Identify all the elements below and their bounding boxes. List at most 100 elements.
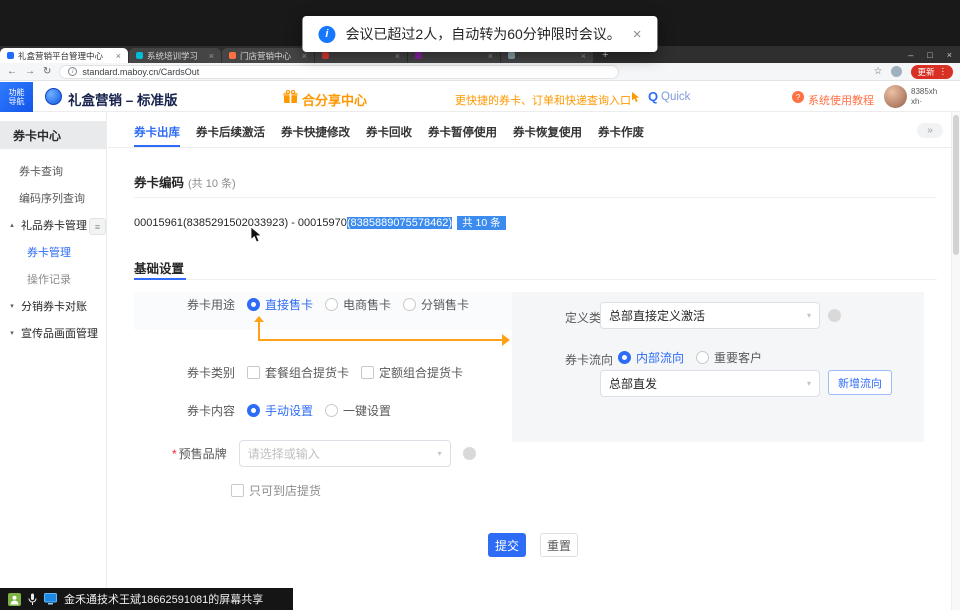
radio-direct-sale[interactable]: 直接售卡 (247, 296, 313, 313)
radio-ecommerce-sale[interactable]: 电商售卡 (325, 296, 391, 313)
sidebar-item-code-sequence-query[interactable]: 编码序列查询 (0, 184, 106, 211)
chevron-down-icon: ▾ (438, 449, 442, 458)
caret-down-icon: ▾ (7, 302, 17, 310)
back-icon[interactable]: ← (7, 66, 17, 77)
checkbox-icon (231, 484, 244, 497)
tab-card-restore[interactable]: 券卡恢复使用 (513, 118, 582, 147)
sidebar-item-operation-log[interactable]: 操作记录 (0, 265, 106, 292)
tab-card-followup-activation[interactable]: 券卡后续激活 (196, 118, 265, 147)
tab-label: 礼盒营销平台管理中心 (18, 50, 112, 62)
page-scrollbar[interactable] (951, 112, 960, 610)
function-nav-button[interactable]: 功能 导航 (0, 82, 33, 112)
option-label: 定额组合提货卡 (379, 364, 463, 381)
toast-close-icon[interactable]: × (633, 26, 642, 43)
chevron-down-icon: ▾ (807, 379, 811, 388)
browser-update-badge[interactable]: 更新 ⋮ (911, 65, 953, 79)
sharer-avatar-icon (8, 593, 21, 606)
radio-off-icon (325, 404, 338, 417)
browser-tab[interactable]: 礼盒营销平台管理中心 × (0, 48, 128, 63)
radio-manual-setting[interactable]: 手动设置 (247, 402, 313, 419)
sidebar-item-promo-image-management[interactable]: ▾ 宣传品画面管理 (0, 319, 106, 346)
screen-share-text: 金禾通技术王斌18662591081的屏幕共享 (64, 591, 263, 607)
tutorial-icon: ? (792, 91, 804, 103)
help-icon[interactable] (463, 447, 476, 460)
definition-type-select[interactable]: 总部直接定义激活 ▾ (600, 302, 820, 329)
radio-internal-flow[interactable]: 内部流向 (618, 349, 684, 366)
add-flow-button[interactable]: 新增流向 (828, 370, 892, 395)
sidebar-collapse-button[interactable]: ≡ (89, 218, 106, 235)
quick-entry-link[interactable]: 更快捷的券卡、订单和快递查询入口 (455, 92, 631, 108)
radio-distribution-sale[interactable]: 分销售卡 (403, 296, 469, 313)
tab-close-icon[interactable]: × (581, 51, 586, 61)
checkbox-store-pickup-only[interactable]: 只可到店提货 (231, 482, 321, 499)
meeting-toast: i 会议已超过2人，自动转为60分钟限时会议。 × (302, 16, 657, 52)
url-input[interactable]: i standard.maboy.cn/CardsOut (59, 65, 619, 79)
app-title: 礼盒营销 – 标准版 (68, 89, 178, 109)
favicon (508, 52, 515, 59)
tab-close-icon[interactable]: × (395, 51, 400, 61)
option-label: 电商售卡 (343, 296, 391, 313)
reset-button[interactable]: 重置 (540, 533, 578, 557)
sidebar-item-card-query[interactable]: 券卡查询 (0, 157, 106, 184)
user-avatar[interactable] (884, 85, 907, 108)
card-flow-select[interactable]: 总部直发 ▾ (600, 370, 820, 397)
card-category-row: 券卡类别 套餐组合提货卡 定额组合提货卡 (187, 364, 463, 381)
browser-tab[interactable]: 门店营销中心 × (222, 48, 314, 63)
option-label: 只可到店提货 (249, 482, 321, 499)
minimize-button[interactable]: – (908, 50, 913, 60)
sidebar-item-distribution-reconciliation[interactable]: ▾ 分销券卡对账 (0, 292, 106, 319)
maximize-button[interactable]: □ (927, 50, 932, 60)
tab-card-recycle[interactable]: 券卡回收 (366, 118, 412, 147)
toast-text: 会议已超过2人，自动转为60分钟限时会议。 (345, 24, 620, 44)
tab-card-quick-edit[interactable]: 券卡快捷修改 (281, 118, 350, 147)
radio-off-icon (696, 351, 709, 364)
radio-on-icon (247, 298, 260, 311)
tab-close-icon[interactable]: × (302, 51, 307, 61)
screen-share-bar: 金禾通技术王斌18662591081的屏幕共享 (0, 588, 293, 610)
forward-icon[interactable]: → (25, 66, 35, 77)
scrollbar-thumb[interactable] (953, 115, 959, 255)
close-button[interactable]: × (947, 50, 952, 60)
sidebar-item-label: 分销券卡对账 (21, 298, 87, 314)
site-info-icon[interactable]: i (68, 67, 77, 76)
browser-tab[interactable]: 系统培训学习 × (129, 48, 221, 63)
sidebar-item-card-management[interactable]: 券卡管理 (0, 238, 106, 265)
tab-close-icon[interactable]: × (488, 51, 493, 61)
browser-address-bar: ← → ↻ i standard.maboy.cn/CardsOut ☆ 更新 … (0, 63, 960, 81)
checkbox-fixed-combo-card[interactable]: 定额组合提货卡 (361, 364, 463, 381)
tab-close-icon[interactable]: × (116, 51, 121, 61)
update-label: 更新 (917, 66, 934, 78)
divider (134, 197, 937, 198)
submit-button[interactable]: 提交 (488, 533, 526, 557)
sidebar-item-label: 编码序列查询 (19, 190, 85, 206)
checkbox-package-combo-card[interactable]: 套餐组合提货卡 (247, 364, 349, 381)
share-center-link[interactable]: 合分享中心 (302, 90, 367, 109)
panel-collapse-button[interactable]: » (917, 123, 943, 138)
codes-count-badge: 共 10 条 (457, 216, 506, 230)
reload-icon[interactable]: ↻ (43, 66, 51, 77)
app-header: 功能 导航 礼盒营销 – 标准版 合分享中心 更快捷的券卡、订单和快递查询入口 … (0, 82, 960, 112)
quick-label[interactable]: Quick (661, 91, 690, 103)
radio-important-customer[interactable]: 重要客户 (696, 349, 762, 366)
caret-down-icon: ▾ (7, 329, 17, 337)
presale-brand-select[interactable]: 请选择或输入 ▾ (239, 440, 451, 467)
quick-q-icon[interactable]: Q (648, 89, 658, 104)
option-label: 一键设置 (343, 402, 391, 419)
flow-arrow-head (502, 334, 510, 346)
tab-close-icon[interactable]: × (209, 51, 214, 61)
tutorial-link[interactable]: 系统使用教程 (808, 92, 874, 108)
card-usage-row: 券卡用途 直接售卡 电商售卡 分销售卡 (187, 296, 469, 313)
option-label: 直接售卡 (265, 296, 313, 313)
bookmark-star-icon[interactable]: ☆ (874, 66, 883, 77)
sidebar-item-label: 宣传品画面管理 (21, 325, 98, 341)
tab-card-suspend[interactable]: 券卡暂停使用 (428, 118, 497, 147)
help-icon[interactable] (828, 309, 841, 322)
browser-profile-avatar[interactable] (891, 66, 902, 77)
tab-card-outbound[interactable]: 券卡出库 (134, 118, 180, 147)
radio-onekey-setting[interactable]: 一键设置 (325, 402, 391, 419)
tab-card-void[interactable]: 券卡作废 (598, 118, 644, 147)
nav-box-line1: 功能 (9, 88, 25, 97)
select-placeholder: 请选择或输入 (248, 445, 320, 462)
codes-section-title: 券卡编码(共 10 条) (134, 172, 236, 191)
sidebar-section-title[interactable]: 券卡中心 (0, 121, 106, 149)
